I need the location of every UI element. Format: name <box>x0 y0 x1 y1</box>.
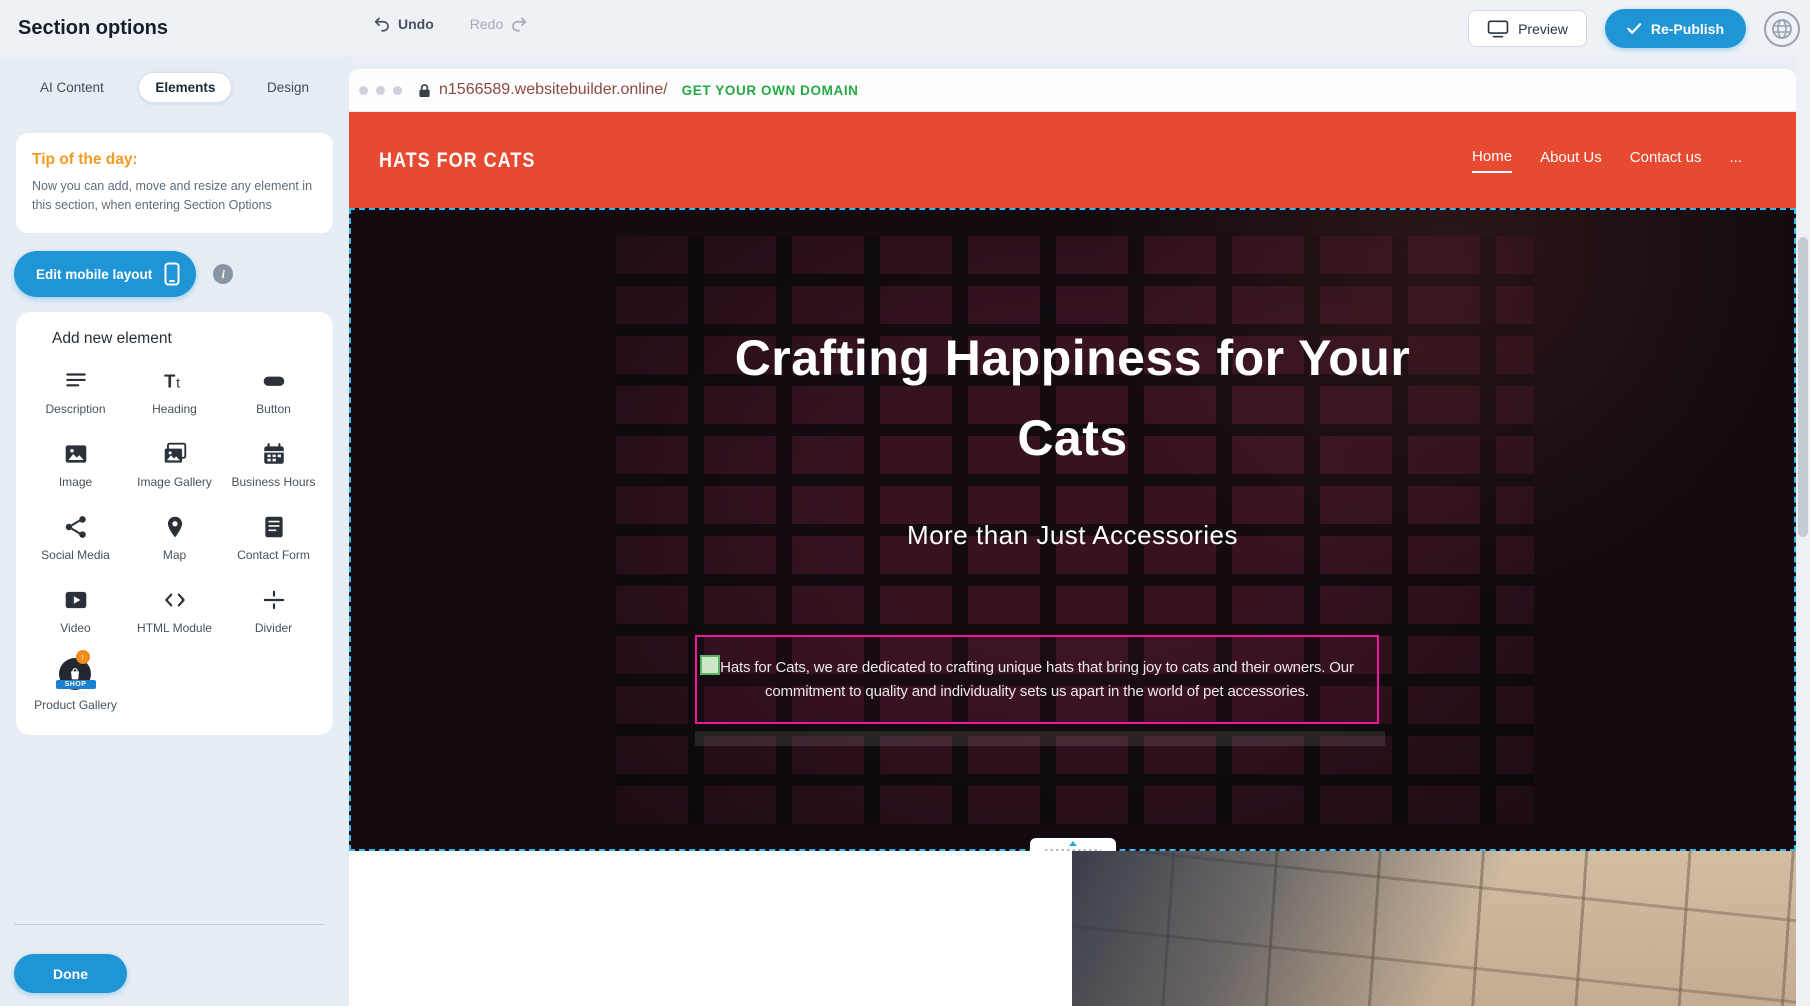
element-button[interactable]: Button <box>224 360 323 423</box>
page-scrollbar <box>1796 57 1810 1006</box>
site-header: HATS FOR CATS Home About Us Contact us .… <box>349 112 1796 208</box>
monitor-icon <box>1487 20 1509 38</box>
shop-badge: SHOP <box>56 680 96 689</box>
section-options-sidebar: AI Content Elements Design Tip of the da… <box>0 57 349 1006</box>
nav-more-menu[interactable]: ... <box>1729 149 1742 172</box>
description-icon <box>61 366 91 396</box>
tile-floor-photo <box>1072 851 1796 1006</box>
svg-text:T: T <box>164 371 176 392</box>
element-contact-form[interactable]: Contact Form <box>224 506 323 569</box>
element-map[interactable]: Map <box>125 506 224 569</box>
tip-title: Tip of the day: <box>32 151 317 169</box>
site-navigation: Home About Us Contact us ... <box>1472 148 1742 173</box>
tab-ai-content[interactable]: AI Content <box>24 72 120 103</box>
map-pin-icon <box>160 512 190 542</box>
lock-icon <box>418 83 431 98</box>
site-preview-canvas: n1566589.websitebuilder.online/ GET YOUR… <box>349 69 1796 1006</box>
tab-design[interactable]: Design <box>251 72 325 103</box>
sidebar-tabs: AI Content Elements Design <box>24 72 325 103</box>
language-globe-button[interactable] <box>1764 11 1800 47</box>
image-icon <box>61 439 91 469</box>
edit-mobile-layout-button[interactable]: Edit mobile layout <box>14 251 196 297</box>
check-icon <box>1627 22 1642 35</box>
hero-heading: Crafting Happiness for Your Cats <box>733 318 1413 478</box>
redo-button[interactable]: Redo <box>470 15 528 33</box>
get-domain-link[interactable]: GET YOUR OWN DOMAIN <box>682 83 859 98</box>
hero-text-block: Crafting Happiness for Your Cats More th… <box>351 210 1794 551</box>
element-heading[interactable]: Tt Heading <box>125 360 224 423</box>
heading-icon: Tt <box>160 366 190 396</box>
element-shadow-strip <box>695 731 1385 746</box>
undo-button[interactable]: Undo <box>373 15 434 33</box>
element-business-hours[interactable]: Business Hours <box>224 433 323 496</box>
scrollbar-thumb[interactable] <box>1798 237 1808 537</box>
next-section-area <box>349 851 1796 1006</box>
hero-paragraph: Hats for Cats, we are dedicated to craft… <box>705 656 1369 704</box>
image-gallery-icon <box>160 439 190 469</box>
site-logo[interactable]: HATS FOR CATS <box>379 148 535 173</box>
element-image[interactable]: Image <box>26 433 125 496</box>
element-product-gallery[interactable]: SHOP ↑ Product Gallery <box>26 652 125 719</box>
contact-form-icon <box>259 512 289 542</box>
selected-hero-section[interactable]: Crafting Happiness for Your Cats More th… <box>349 208 1796 851</box>
done-button[interactable]: Done <box>14 954 127 993</box>
page-title: Section options <box>18 17 168 40</box>
window-controls <box>359 86 402 95</box>
element-description[interactable]: Description <box>26 360 125 423</box>
divider-icon <box>259 585 289 615</box>
republish-button[interactable]: Re-Publish <box>1605 9 1746 48</box>
element-social-media[interactable]: Social Media <box>26 506 125 569</box>
business-hours-icon <box>259 439 289 469</box>
element-grid: Description Tt Heading Button <box>26 360 323 719</box>
selected-text-element[interactable]: Hats for Cats, we are dedicated to craft… <box>695 635 1379 724</box>
hero-subheading: More than Just Accessories <box>351 520 1794 551</box>
video-icon <box>61 585 91 615</box>
svg-text:t: t <box>176 375 180 391</box>
tip-body: Now you can add, move and resize any ele… <box>32 177 317 215</box>
browser-chrome-bar: n1566589.websitebuilder.online/ GET YOUR… <box>349 69 1796 112</box>
preview-button[interactable]: Preview <box>1468 10 1587 47</box>
tab-elements[interactable]: Elements <box>138 72 232 103</box>
add-element-title: Add new element <box>52 330 323 348</box>
sidebar-divider <box>14 924 325 925</box>
globe-icon <box>1770 17 1794 41</box>
social-media-icon <box>61 512 91 542</box>
html-code-icon <box>160 585 190 615</box>
add-element-panel: Add new element Description Tt Heading <box>16 312 333 735</box>
nav-item-home[interactable]: Home <box>1472 148 1512 173</box>
tip-of-the-day-card: Tip of the day: Now you can add, move an… <box>16 133 333 233</box>
undo-icon <box>373 15 391 33</box>
phone-icon <box>164 262 180 286</box>
nav-item-contact[interactable]: Contact us <box>1630 149 1702 172</box>
nav-item-about[interactable]: About Us <box>1540 149 1602 172</box>
selection-handle[interactable] <box>700 655 720 675</box>
site-url[interactable]: n1566589.websitebuilder.online/ <box>439 81 668 99</box>
redo-icon <box>510 15 528 33</box>
button-icon <box>259 366 289 396</box>
website-builder-app: Section options Undo Redo Preview <box>0 0 1810 1006</box>
top-toolbar: Section options Undo Redo Preview <box>0 0 1810 57</box>
element-image-gallery[interactable]: Image Gallery <box>125 433 224 496</box>
element-divider[interactable]: Divider <box>224 579 323 642</box>
upgrade-badge-icon: ↑ <box>76 650 90 664</box>
element-video[interactable]: Video <box>26 579 125 642</box>
info-icon[interactable]: i <box>213 264 233 284</box>
element-html-module[interactable]: HTML Module <box>125 579 224 642</box>
product-gallery-icon: SHOP ↑ <box>59 658 93 692</box>
